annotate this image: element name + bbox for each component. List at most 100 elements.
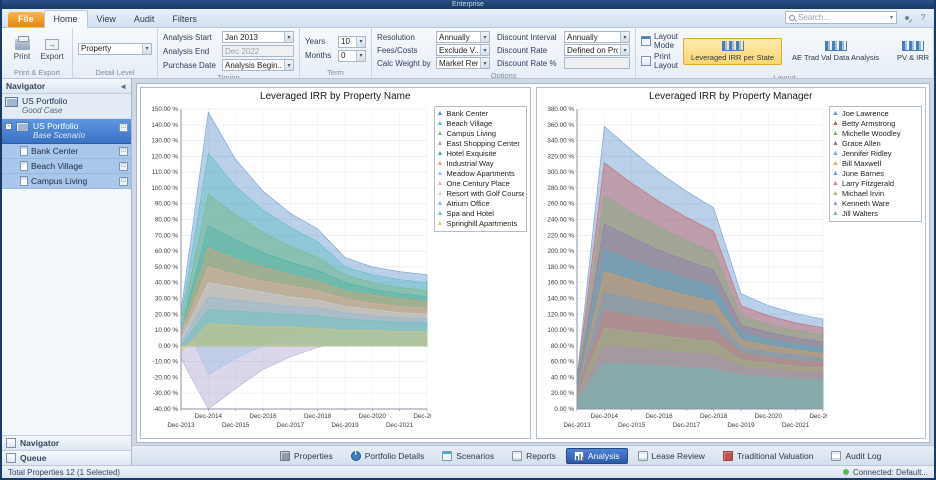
bottom-tab-properties[interactable]: Properties bbox=[272, 448, 341, 464]
bottom-tab-analysis[interactable]: Analysis bbox=[565, 447, 628, 464]
tab-bar-right-cluster: ▾ ? bbox=[785, 11, 929, 24]
calc-weight-dropdown[interactable]: Market Rent ▾ bbox=[436, 57, 490, 69]
scenarios-icon bbox=[442, 450, 453, 461]
bottom-tab-scenarios[interactable]: Scenarios bbox=[434, 448, 502, 464]
y-tick-label: 240.00 % bbox=[547, 217, 574, 224]
bottom-tab-label: Scenarios bbox=[456, 450, 495, 461]
y-tick-label: 20.00 % bbox=[155, 311, 179, 318]
export-icon: → bbox=[45, 39, 59, 50]
export-button[interactable]: → Export bbox=[37, 36, 67, 61]
nav-item-beach-village[interactable]: Beach Village □ bbox=[2, 159, 131, 174]
tab-audit[interactable]: Audit bbox=[125, 11, 164, 27]
legend-marker-icon: ▲ bbox=[832, 150, 839, 157]
group-label-options: Options bbox=[490, 71, 517, 79]
tab-view[interactable]: View bbox=[88, 11, 125, 27]
y-tick-label: 340.00 % bbox=[547, 138, 574, 145]
queue-panel-bar[interactable]: Queue bbox=[2, 450, 131, 465]
y-tick-label: 150.00 % bbox=[151, 106, 178, 113]
legend-item: ▲ Grace Allen bbox=[832, 139, 919, 149]
view-button-pv-irr[interactable]: PV & IRR bbox=[889, 38, 934, 65]
item-action-icon[interactable]: □ bbox=[119, 123, 128, 132]
legend-series-label: Industrial Way bbox=[446, 159, 494, 168]
tab-file[interactable]: File bbox=[8, 12, 44, 27]
tree-collapse-icon[interactable]: - bbox=[5, 123, 12, 130]
x-tick-label: Dec-2018 bbox=[700, 413, 728, 420]
legend-item: ▲ Jill Walters bbox=[832, 209, 919, 219]
y-tick-label: 60.00 % bbox=[155, 248, 179, 255]
y-tick-label: 80.00 % bbox=[550, 343, 574, 350]
nav-item-campus-living[interactable]: Campus Living □ bbox=[2, 174, 131, 189]
ribbon-group-options: Resolution Annually ▾ Fees/Costs Exclude… bbox=[372, 28, 636, 78]
print-layout-toggle[interactable]: Print Layout bbox=[641, 52, 678, 70]
print-button[interactable]: Print bbox=[7, 36, 37, 61]
chevron-down-icon: ▾ bbox=[284, 60, 293, 70]
search-dropdown-icon[interactable]: ▾ bbox=[890, 14, 893, 21]
search-input[interactable] bbox=[798, 13, 887, 22]
purchase-date-label: Purchase Date bbox=[163, 60, 216, 70]
layout-mode-toggle[interactable]: Layout Mode bbox=[641, 32, 678, 50]
bottom-tab-label: Audit Log bbox=[845, 450, 882, 461]
scenario-name: Base Scenario bbox=[33, 131, 86, 140]
tab-filters[interactable]: Filters bbox=[163, 11, 206, 27]
discount-rate-pct-field bbox=[564, 57, 630, 69]
view-button-leveraged-irr-per-state[interactable]: Leveraged IRR per State bbox=[683, 37, 782, 65]
item-action-icon[interactable]: □ bbox=[119, 176, 128, 186]
years-stepper[interactable]: 10 ▾ bbox=[338, 35, 366, 48]
collapse-panel-icon[interactable]: ◄ bbox=[119, 82, 127, 91]
discount-rate-value: Defined on Pro... bbox=[567, 45, 618, 55]
legend-series-label: Campus Living bbox=[446, 129, 497, 138]
fees-costs-dropdown[interactable]: Exclude V... ▾ bbox=[436, 44, 490, 56]
analysis-start-dropdown[interactable]: Jan 2013 ▾ bbox=[222, 31, 294, 43]
legend-series-label: Bill Maxwell bbox=[841, 159, 882, 168]
item-action-icon[interactable]: □ bbox=[119, 161, 128, 171]
bottom-tab-lease-review[interactable]: Lease Review bbox=[630, 448, 713, 464]
y-tick-label: 220.00 % bbox=[547, 232, 574, 239]
bottom-tab-label: Lease Review bbox=[651, 450, 705, 461]
bottom-tab-label: Properties bbox=[294, 450, 333, 461]
legend-item: ▲ Atrium Office bbox=[437, 199, 524, 209]
status-left-text: Total Properties 12 (1 Selected) bbox=[8, 467, 121, 477]
nav-item-us-portfolio-good-case[interactable]: US Portfolio Good Case bbox=[2, 94, 131, 119]
y-tick-label: 90.00 % bbox=[155, 201, 179, 208]
ribbon-group-detail-level: Property ▾ Detail Level bbox=[73, 28, 158, 78]
discount-interval-dropdown[interactable]: Annually ▾ bbox=[564, 31, 630, 43]
property-icon bbox=[20, 161, 28, 171]
print-layout-label: Print Layout bbox=[654, 52, 679, 70]
pin-icon[interactable] bbox=[901, 12, 913, 24]
bottom-tab-reports[interactable]: Reports bbox=[504, 448, 564, 464]
search-box[interactable]: ▾ bbox=[785, 11, 897, 24]
tab-home[interactable]: Home bbox=[43, 10, 88, 28]
purchase-date-dropdown[interactable]: Analysis Begin... ▾ bbox=[222, 59, 294, 71]
legend-marker-icon: ▲ bbox=[832, 170, 839, 177]
resolution-label: Resolution bbox=[377, 32, 415, 42]
y-tick-label: 50.00 % bbox=[155, 264, 179, 271]
x-tick-label: Dec-2014 bbox=[195, 413, 223, 420]
legend-marker-icon: ▲ bbox=[832, 160, 839, 167]
navigator-panel: Navigator ◄ US Portfolio Good Case - US … bbox=[2, 79, 132, 465]
y-tick-label: 140.00 % bbox=[151, 122, 178, 129]
months-stepper[interactable]: 0 ▾ bbox=[338, 49, 366, 62]
help-icon[interactable]: ? bbox=[917, 12, 929, 24]
view-button-ae-trad-val-data-analysis[interactable]: AE Trad Val Data Analysis bbox=[784, 38, 887, 65]
analysis-start-label: Analysis Start bbox=[163, 32, 212, 42]
bottom-tab-audit-log[interactable]: Audit Log bbox=[823, 448, 889, 464]
y-tick-label: 70.00 % bbox=[155, 232, 179, 239]
months-value: 0 bbox=[341, 51, 346, 60]
bottom-tab-traditional-valuation[interactable]: Traditional Valuation bbox=[715, 448, 822, 464]
legend-series-label: One Century Place bbox=[446, 179, 510, 188]
detail-level-dropdown[interactable]: Property ▾ bbox=[78, 42, 152, 55]
x-tick-label: Dec-2013 bbox=[563, 422, 591, 429]
item-action-icon[interactable]: □ bbox=[119, 146, 128, 156]
nav-item-bank-center[interactable]: Bank Center □ bbox=[2, 144, 131, 159]
y-tick-label: 30.00 % bbox=[155, 295, 179, 302]
resolution-dropdown[interactable]: Annually ▾ bbox=[436, 31, 490, 43]
navigator-panel-bar[interactable]: Navigator bbox=[2, 435, 131, 450]
nav-item-us-portfolio-base-scenario[interactable]: - US Portfolio Base Scenario □ bbox=[2, 119, 131, 144]
legend-series-label: Jill Walters bbox=[841, 209, 878, 218]
y-tick-label: 180.00 % bbox=[547, 264, 574, 271]
discount-rate-dropdown[interactable]: Defined on Pro... ▾ bbox=[564, 44, 630, 56]
report-icon bbox=[512, 450, 523, 461]
legend-marker-icon: ▲ bbox=[436, 110, 444, 117]
bottom-tab-portfolio-details[interactable]: Portfolio Details bbox=[343, 448, 433, 464]
resolution-value: Annually bbox=[439, 32, 470, 42]
